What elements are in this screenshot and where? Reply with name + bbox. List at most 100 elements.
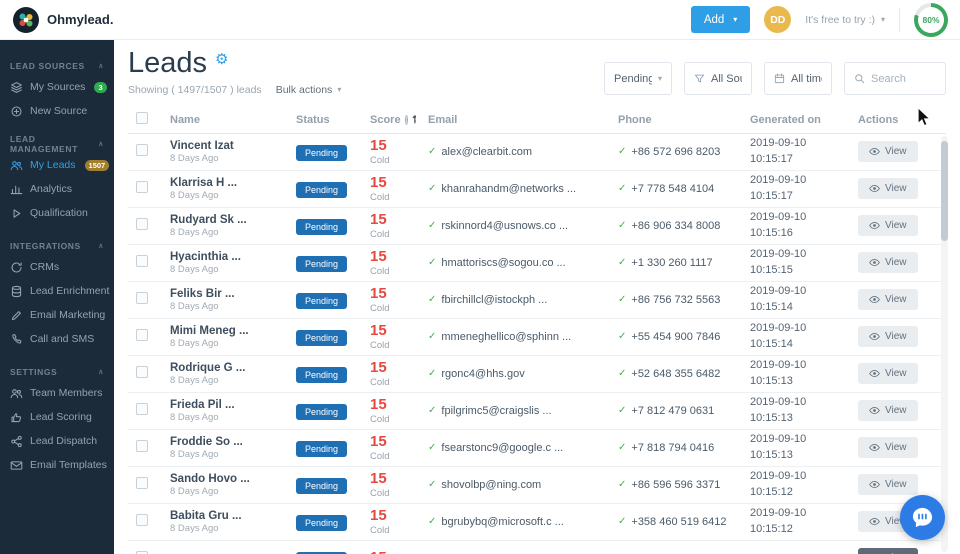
lead-age: 8 Days Ago: [170, 226, 219, 238]
search-box[interactable]: [844, 62, 946, 95]
column-header-score[interactable]: Score i ⇅: [358, 114, 416, 126]
check-icon: ✓: [428, 294, 437, 306]
gear-icon[interactable]: ⚙: [215, 50, 228, 68]
team-icon: [10, 387, 23, 400]
sidebar-section: SETTINGS ∧ Team Members Lead Scoring Lead Di…: [0, 364, 114, 476]
row-checkbox[interactable]: [136, 365, 148, 378]
lead-age: 8 Days Ago: [170, 263, 219, 275]
row-checkbox[interactable]: [136, 328, 148, 341]
lead-email: alex@clearbit.com: [441, 145, 533, 158]
table-row: Feliks Bir ... 8 Days Ago Pending 15 Cold ✓ fb…: [128, 282, 946, 319]
view-button[interactable]: View: [858, 178, 918, 200]
sidebar-item-lead-enrichment[interactable]: Lead Enrichment: [0, 280, 114, 302]
sidebar-item-analytics[interactable]: Analytics: [0, 178, 114, 200]
source-filter[interactable]: All Source: [684, 62, 752, 95]
view-button[interactable]: View: [858, 548, 918, 554]
view-button[interactable]: View: [858, 289, 918, 311]
phone-icon: [10, 333, 23, 346]
status-filter[interactable]: Pending ▾: [604, 62, 672, 95]
funnel-icon: [694, 73, 705, 84]
view-button[interactable]: View: [858, 363, 918, 385]
scrollbar-thumb[interactable]: [941, 141, 948, 241]
view-button[interactable]: View: [858, 400, 918, 422]
sidebar-item-crms[interactable]: CRMs: [0, 256, 114, 278]
add-button[interactable]: Add ▾: [690, 6, 751, 33]
row-checkbox[interactable]: [136, 254, 148, 267]
view-button[interactable]: View: [858, 252, 918, 274]
avatar[interactable]: DD: [764, 6, 792, 33]
lead-score: 15: [370, 174, 387, 191]
chat-bubble-icon: [912, 507, 933, 528]
row-checkbox[interactable]: [136, 439, 148, 452]
view-button[interactable]: View: [858, 474, 918, 496]
select-all-checkbox[interactable]: [136, 112, 148, 125]
generated-time: 10:15:15: [750, 263, 793, 276]
cell-actions: View: [850, 363, 946, 385]
sidebar-section-header[interactable]: LEAD MANAGEMENT ∧: [0, 134, 114, 154]
sidebar-item-lead-scoring[interactable]: Lead Scoring: [0, 406, 114, 428]
sidebar-item-email-marketing[interactable]: Email Marketing: [0, 304, 114, 326]
cell-name: Hyacinthia ... 8 Days Ago: [158, 251, 284, 275]
source-filter-value: All Source: [711, 72, 742, 85]
sidebar-item-call-and-sms[interactable]: Call and SMS: [0, 328, 114, 350]
status-badge: Pending: [296, 514, 348, 531]
ohmylead-logo: [13, 6, 39, 33]
lead-temperature: Cold: [370, 450, 390, 462]
generated-time: 10:15:14: [750, 300, 793, 313]
sidebar-section-header[interactable]: LEAD SOURCES ∧: [0, 58, 114, 74]
generated-time: 10:15:12: [750, 522, 793, 535]
chat-launcher[interactable]: [900, 495, 945, 540]
sidebar-item-team-members[interactable]: Team Members: [0, 382, 114, 404]
sidebar-section-header[interactable]: INTEGRATIONS ∧: [0, 238, 114, 254]
profile-progress-ring[interactable]: 80%: [914, 2, 948, 37]
row-checkbox[interactable]: [136, 217, 148, 230]
bulk-actions-dropdown[interactable]: Bulk actions ▾: [276, 84, 342, 96]
time-filter[interactable]: All time: [764, 62, 832, 95]
view-button[interactable]: View: [858, 215, 918, 237]
column-header-phone: Phone: [618, 114, 652, 127]
check-icon: ✓: [428, 331, 437, 343]
row-checkbox[interactable]: [136, 180, 148, 193]
cell-generated: 2019-09-10 10:15:17: [738, 136, 850, 168]
column-header-generated: Generated on: [750, 114, 821, 127]
sidebar-item-badge: 3: [94, 81, 107, 93]
chevron-up-icon: ∧: [98, 369, 104, 376]
cell-select: [128, 143, 158, 161]
sidebar-item-my-sources[interactable]: My Sources 3: [0, 76, 114, 98]
sidebar-item-my-leads[interactable]: My Leads 1507: [0, 154, 114, 176]
lead-phone: +7 778 548 4104: [631, 182, 715, 195]
trial-menu[interactable]: It's free to try :) ▾: [805, 14, 885, 26]
row-checkbox[interactable]: [136, 143, 148, 156]
sidebar-item-lead-dispatch[interactable]: Lead Dispatch: [0, 430, 114, 452]
row-checkbox[interactable]: [136, 513, 148, 526]
cell-select: [128, 254, 158, 272]
sidebar-item-qualification[interactable]: Qualification: [0, 202, 114, 224]
cell-name: Frieda Pil ... 8 Days Ago: [158, 399, 284, 423]
row-checkbox[interactable]: [136, 402, 148, 415]
search-input[interactable]: [871, 72, 941, 85]
cell-status: Pending: [284, 365, 358, 383]
view-label: View: [885, 183, 907, 195]
sidebar-section-header[interactable]: SETTINGS ∧: [0, 364, 114, 380]
cell-score: 15 Cold: [358, 397, 416, 425]
section-title: LEAD MANAGEMENT: [10, 134, 78, 154]
lead-name: Hyacinthia ...: [170, 250, 241, 263]
row-checkbox[interactable]: [136, 291, 148, 304]
view-button[interactable]: View: [858, 437, 918, 459]
cell-phone: ✓ +55 454 900 7846: [606, 331, 738, 343]
lead-name: Vincent Izat: [170, 139, 234, 152]
view-label: View: [885, 479, 907, 491]
table-row: Frieda Pil ... 8 Days Ago Pending 15 Cold ✓ fp…: [128, 393, 946, 430]
sidebar-item-email-templates[interactable]: Email Templates: [0, 454, 114, 476]
lead-score: 15: [370, 470, 387, 487]
time-filter-value: All time: [791, 72, 822, 85]
mail-icon: [10, 459, 23, 472]
generated-time: 10:15:13: [750, 448, 793, 461]
view-button[interactable]: View: [858, 141, 918, 163]
sidebar-nav: LEAD SOURCES ∧ My Sources 3 New Source LEAD M…: [0, 58, 114, 476]
sidebar-item-new-source[interactable]: New Source: [0, 100, 114, 122]
row-checkbox[interactable]: [136, 476, 148, 489]
cell-score: 15 Cold: [358, 434, 416, 462]
view-button[interactable]: View: [858, 326, 918, 348]
lead-score: 15: [370, 396, 387, 413]
